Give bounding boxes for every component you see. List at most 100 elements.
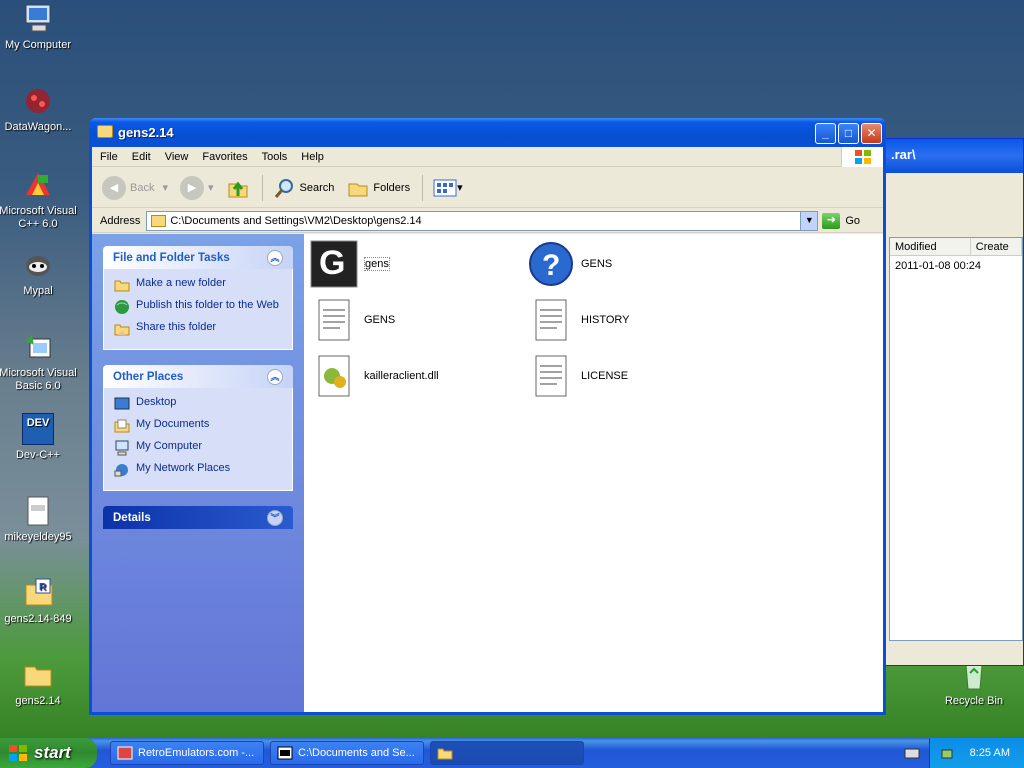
views-icon — [433, 179, 457, 196]
chevron-down-icon: ▾ — [208, 182, 214, 194]
desktop-icon-visual-cpp[interactable]: Microsoft Visual C++ 6.0 — [0, 168, 78, 231]
details-panel: Details ︾ — [103, 506, 293, 529]
file-item[interactable]: GENS — [310, 296, 395, 344]
taskbar-item-browser[interactable]: RetroEmulators.com -... — [110, 741, 264, 765]
address-dropdown-button[interactable]: ▼ — [800, 211, 818, 230]
desktop-icon-mikeyeldey95[interactable]: mikeyeldey95 — [0, 494, 78, 544]
file-item[interactable]: LICENSE — [527, 352, 628, 400]
menu-tools[interactable]: Tools — [262, 151, 288, 163]
file-name: GENS — [581, 258, 613, 270]
search-icon — [274, 178, 293, 198]
folder-icon — [437, 748, 453, 760]
panel-header[interactable]: Other Places ︽ — [103, 365, 293, 388]
desktop-icon-my-computer[interactable]: My Computer — [0, 2, 78, 52]
network-tray-icon[interactable] — [940, 745, 956, 761]
folders-button[interactable]: Folders — [346, 176, 410, 200]
folder-icon — [21, 658, 55, 692]
file-name: HISTORY — [581, 314, 630, 326]
file-name: GENS — [364, 314, 396, 326]
folder-icon — [151, 214, 167, 227]
browser-icon — [117, 746, 133, 760]
computer-icon — [21, 2, 55, 36]
views-button[interactable]: ▾ — [433, 178, 463, 198]
place-my-documents[interactable]: My Documents — [114, 418, 282, 434]
panel-header[interactable]: File and Folder Tasks ︽ — [103, 246, 293, 269]
minimize-button[interactable]: _ — [815, 123, 836, 144]
file-item[interactable]: HISTORY — [527, 296, 630, 344]
dev-cpp-icon: DEV — [21, 412, 55, 446]
desktop-icon-gens-rar[interactable]: R gens2.14-849 — [0, 576, 78, 626]
archive-row[interactable]: 2011-01-08 00:24 — [890, 256, 1022, 276]
forward-button[interactable]: ▶ ▾ — [180, 175, 214, 200]
keyboard-icon[interactable] — [904, 745, 920, 761]
menu-view[interactable]: View — [165, 151, 189, 163]
svg-text:?: ? — [542, 249, 560, 282]
desktop-icon — [114, 397, 130, 410]
archive-row-modified: 2011-01-08 00:24 — [895, 260, 982, 272]
menu-file[interactable]: File — [100, 151, 118, 163]
desktop-icon-label: Recycle Bin — [944, 695, 1004, 707]
place-my-network[interactable]: My Network Places — [114, 462, 282, 478]
place-desktop[interactable]: Desktop — [114, 396, 282, 412]
svg-text:G: G — [319, 244, 345, 282]
address-field[interactable]: C:\Documents and Settings\VM2\Desktop\ge… — [146, 210, 819, 231]
panel-body: Desktop My Documents My Computer My Netw… — [103, 388, 293, 491]
column-header-created[interactable]: Create — [971, 238, 1022, 255]
file-name: gens — [364, 257, 390, 271]
archive-window[interactable]: .rar\ Modified Create 2011-01-08 00:24 — [884, 138, 1024, 666]
text-file-icon — [310, 296, 358, 344]
desktop-icon-datawagon[interactable]: DataWagon... — [0, 84, 78, 134]
desktop-icon-label: Microsoft Visual Basic 6.0 — [0, 367, 77, 392]
task-share-folder[interactable]: Share this folder — [114, 321, 282, 337]
file-item[interactable]: G gens — [310, 240, 390, 288]
desktop-icon-label: gens2.14-849 — [4, 613, 72, 625]
up-folder-button[interactable] — [226, 176, 250, 200]
panel-body: Make a new folder Publish this folder to… — [103, 269, 293, 350]
column-header-modified[interactable]: Modified — [890, 238, 971, 255]
computer-icon — [115, 440, 129, 456]
address-value: C:\Documents and Settings\VM2\Desktop\ge… — [170, 214, 422, 227]
archive-list-header: Modified Create — [890, 238, 1022, 256]
go-button[interactable]: ➜ Go — [822, 212, 860, 229]
taskbar-item-explorer[interactable] — [430, 741, 584, 765]
desktop-icon-label: Microsoft Visual C++ 6.0 — [0, 205, 77, 230]
task-publish-web[interactable]: Publish this folder to the Web — [114, 299, 282, 315]
back-button[interactable]: ◀ Back ▾ — [102, 175, 168, 200]
menu-edit[interactable]: Edit — [132, 151, 151, 163]
chevron-up-icon[interactable]: ︽ — [267, 368, 283, 385]
desktop-icon-label: Dev-C++ — [15, 449, 61, 461]
place-my-computer[interactable]: My Computer — [114, 440, 282, 456]
desktop-icon-gens-folder[interactable]: gens2.14 — [0, 658, 78, 708]
text-file-icon — [527, 352, 575, 400]
menu-help[interactable]: Help — [301, 151, 324, 163]
file-item[interactable]: kailleraclient.dll — [310, 352, 439, 400]
chevron-up-icon[interactable]: ︽ — [267, 249, 283, 266]
panel-header[interactable]: Details ︾ — [103, 506, 293, 529]
address-bar: Address C:\Documents and Settings\VM2\De… — [92, 209, 883, 233]
svg-text:R: R — [39, 582, 47, 593]
address-label: Address — [100, 214, 141, 227]
start-button[interactable]: start — [0, 738, 97, 768]
search-button[interactable]: Search — [273, 176, 334, 200]
maximize-button[interactable]: □ — [838, 123, 859, 144]
gens-app-icon: G — [310, 240, 358, 288]
help-file-icon: ? — [527, 240, 575, 288]
back-arrow-icon: ◀ — [102, 175, 126, 200]
archive-window-title: .rar\ — [885, 139, 1023, 173]
menu-favorites[interactable]: Favorites — [202, 151, 247, 163]
file-item[interactable]: ? GENS — [527, 240, 612, 288]
desktop-icon-label: DataWagon... — [4, 121, 72, 133]
file-list: G gens ? GENS GENS HISTORY kailleraclien… — [304, 234, 883, 712]
desktop-icon-mypal[interactable]: Mypal — [0, 248, 78, 298]
close-button[interactable]: ✕ — [861, 123, 882, 144]
taskbar-item-archive[interactable]: C:\Documents and Se... — [270, 741, 424, 765]
chevron-down-icon[interactable]: ︾ — [267, 509, 283, 526]
forward-arrow-icon: ▶ — [180, 175, 204, 200]
desktop-icon-label: Mypal — [23, 285, 53, 297]
desktop-icon-visual-basic[interactable]: Microsoft Visual Basic 6.0 — [0, 330, 78, 393]
desktop-icon-dev-cpp[interactable]: DEV Dev-C++ — [0, 412, 78, 462]
windows-logo-icon — [841, 147, 883, 167]
task-pane: File and Folder Tasks ︽ Make a new folder… — [92, 234, 304, 712]
title-bar[interactable]: gens2.14 _ □ ✕ — [89, 118, 886, 147]
task-make-new-folder[interactable]: Make a new folder — [114, 277, 282, 293]
